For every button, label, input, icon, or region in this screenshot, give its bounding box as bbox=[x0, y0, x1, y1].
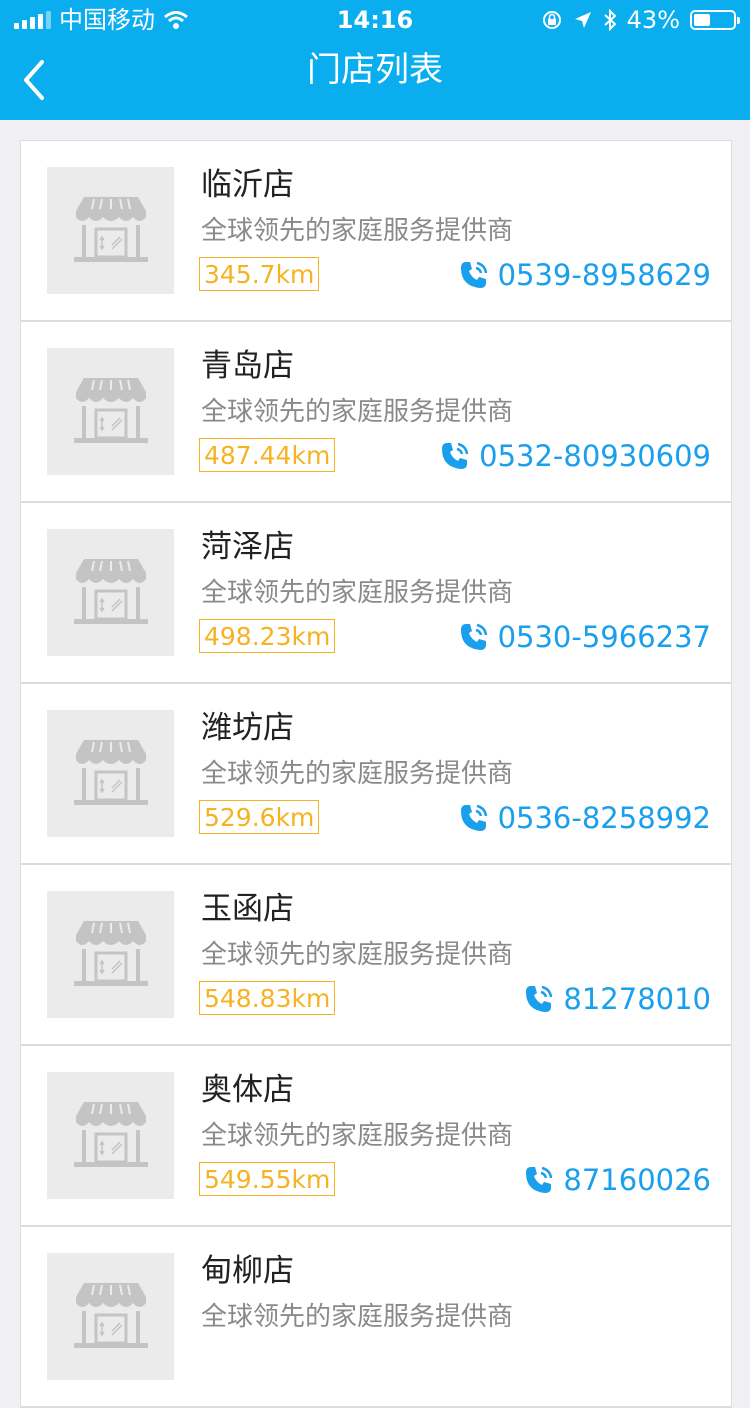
battery-icon bbox=[690, 10, 740, 30]
phone-icon bbox=[458, 621, 490, 653]
store-thumbnail bbox=[47, 891, 174, 1018]
phone-icon bbox=[458, 259, 490, 291]
store-thumbnail bbox=[47, 529, 174, 656]
rotation-lock-icon bbox=[542, 11, 561, 29]
status-bar: 中国移动 14:16 43% bbox=[0, 0, 750, 40]
bluetooth-icon bbox=[603, 9, 617, 31]
store-name: 潍坊店 bbox=[201, 710, 294, 746]
store-distance: 498.23km bbox=[199, 619, 336, 653]
storefront-icon bbox=[72, 193, 150, 269]
store-distance: 487.44km bbox=[199, 438, 336, 472]
store-phone-button[interactable]: 81278010 bbox=[523, 979, 711, 1019]
store-thumbnail bbox=[47, 348, 174, 475]
phone-icon bbox=[439, 440, 471, 472]
store-thumbnail bbox=[47, 1253, 174, 1380]
store-description: 全球领先的家庭服务提供商 bbox=[201, 216, 514, 246]
nav-bar: 门店列表 bbox=[0, 40, 750, 120]
store-name: 甸柳店 bbox=[201, 1253, 294, 1289]
store-phone-number: 0530-5966237 bbox=[497, 620, 711, 654]
store-thumbnail bbox=[47, 1072, 174, 1199]
store-list-item[interactable]: 青岛店 全球领先的家庭服务提供商 487.44km 0532-80930609 bbox=[21, 322, 731, 503]
store-description: 全球领先的家庭服务提供商 bbox=[201, 578, 514, 608]
store-distance: 548.83km bbox=[199, 981, 336, 1015]
store-phone-number: 87160026 bbox=[563, 1163, 711, 1197]
storefront-icon bbox=[72, 736, 150, 812]
store-phone-number: 0536-8258992 bbox=[497, 801, 711, 835]
store-distance: 529.6km bbox=[199, 800, 320, 834]
store-name: 临沂店 bbox=[201, 167, 294, 203]
store-phone-button[interactable]: 0532-80930609 bbox=[439, 436, 711, 476]
store-phone-button[interactable]: 0536-8258992 bbox=[458, 798, 711, 838]
battery-percent: 43% bbox=[626, 6, 680, 34]
app-header: 中国移动 14:16 43% 门店列表 bbox=[0, 0, 750, 120]
storefront-icon bbox=[72, 374, 150, 450]
store-list: 临沂店 全球领先的家庭服务提供商 345.7km 0539-8958629 青岛店… bbox=[20, 140, 732, 1408]
store-name: 青岛店 bbox=[201, 348, 294, 384]
store-description: 全球领先的家庭服务提供商 bbox=[201, 940, 514, 970]
store-list-item[interactable]: 奥体店 全球领先的家庭服务提供商 549.55km 87160026 bbox=[21, 1046, 731, 1227]
store-name: 奥体店 bbox=[201, 1072, 294, 1108]
store-list-item[interactable]: 玉函店 全球领先的家庭服务提供商 548.83km 81278010 bbox=[21, 865, 731, 1046]
store-description: 全球领先的家庭服务提供商 bbox=[201, 1121, 514, 1151]
store-list-item[interactable]: 临沂店 全球领先的家庭服务提供商 345.7km 0539-8958629 bbox=[21, 141, 731, 322]
store-phone-button[interactable]: 87160026 bbox=[523, 1160, 711, 1200]
store-distance: 549.55km bbox=[199, 1162, 336, 1196]
page-title: 门店列表 bbox=[307, 50, 443, 90]
store-phone-number: 0532-80930609 bbox=[479, 439, 711, 473]
store-list-item[interactable]: 潍坊店 全球领先的家庭服务提供商 529.6km 0536-8258992 bbox=[21, 684, 731, 865]
phone-icon bbox=[523, 983, 555, 1015]
storefront-icon bbox=[72, 555, 150, 631]
storefront-icon bbox=[72, 917, 150, 993]
store-phone-button[interactable]: 0539-8958629 bbox=[458, 255, 711, 295]
store-list-item[interactable]: 甸柳店 全球领先的家庭服务提供商 bbox=[21, 1227, 731, 1408]
store-phone-number: 81278010 bbox=[563, 982, 711, 1016]
store-description: 全球领先的家庭服务提供商 bbox=[201, 759, 514, 789]
store-description: 全球领先的家庭服务提供商 bbox=[201, 1302, 514, 1332]
location-icon bbox=[574, 12, 591, 28]
phone-icon bbox=[458, 802, 490, 834]
store-list-item[interactable]: 菏泽店 全球领先的家庭服务提供商 498.23km 0530-5966237 bbox=[21, 503, 731, 684]
store-phone-number: 0539-8958629 bbox=[497, 258, 711, 292]
store-thumbnail bbox=[47, 710, 174, 837]
storefront-icon bbox=[72, 1098, 150, 1174]
store-thumbnail bbox=[47, 167, 174, 294]
store-name: 玉函店 bbox=[201, 891, 294, 927]
store-distance: 345.7km bbox=[199, 257, 320, 291]
store-name: 菏泽店 bbox=[201, 529, 294, 565]
storefront-icon bbox=[72, 1279, 150, 1355]
phone-icon bbox=[523, 1164, 555, 1196]
store-description: 全球领先的家庭服务提供商 bbox=[201, 397, 514, 427]
store-phone-button[interactable]: 0530-5966237 bbox=[458, 617, 711, 657]
